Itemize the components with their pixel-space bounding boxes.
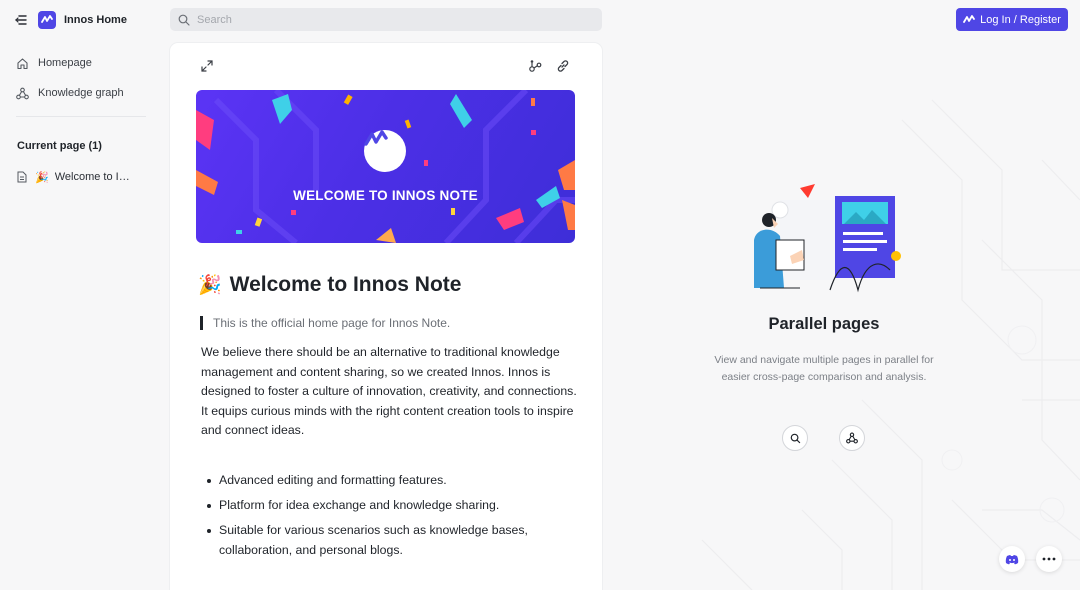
graph-icon <box>16 87 29 99</box>
link-icon <box>557 60 569 72</box>
list-item: Platform for idea exchange and knowledge… <box>207 496 579 516</box>
discord-button[interactable] <box>999 546 1025 572</box>
app-title: Innos Home <box>64 14 127 26</box>
innos-logo-icon <box>41 15 53 23</box>
search-icon <box>178 14 190 26</box>
home-icon <box>17 57 28 69</box>
sidebar-divider <box>16 116 146 117</box>
current-page-heading: Current page (1) <box>17 140 102 152</box>
search-input[interactable] <box>197 13 577 26</box>
brand-header: Innos Home <box>14 10 127 30</box>
welcome-banner: WELCOME TO INNOS NOTE <box>196 90 575 243</box>
innos-logo[interactable] <box>38 11 56 29</box>
sidebar-nav: Homepage Knowledge graph <box>16 54 146 114</box>
collapse-sidebar-button[interactable] <box>14 13 28 27</box>
share-graph-button[interactable] <box>526 57 544 75</box>
list-item: Advanced editing and formatting features… <box>207 471 579 491</box>
list-item: Suitable for various scenarios such as k… <box>207 521 579 560</box>
page-title-text: Welcome to Innos Note <box>229 273 462 296</box>
search-bar[interactable] <box>170 8 602 31</box>
sidebar-item-label: Knowledge graph <box>38 87 124 99</box>
banner-logo <box>364 130 406 172</box>
sidebar-page-label: Welcome to Innos Note <box>54 171 135 183</box>
login-register-button[interactable]: Log In / Register <box>956 8 1068 31</box>
branch-icon <box>529 60 542 72</box>
login-label: Log In / Register <box>980 13 1061 26</box>
document-icon <box>17 171 27 183</box>
innos-logo-icon <box>963 14 976 23</box>
quote-block: This is the official home page for Innos… <box>200 316 450 330</box>
page-emoji: 🎉 <box>35 171 49 184</box>
title-emoji: 🎉 <box>198 275 222 296</box>
discord-icon <box>1005 554 1019 564</box>
sidebar-item-homepage[interactable]: Homepage <box>16 54 146 72</box>
parallel-pages-title: Parallel pages <box>768 315 880 333</box>
expand-icon <box>201 60 213 72</box>
sidebar-item-label: Homepage <box>38 57 92 69</box>
expand-button[interactable] <box>198 57 216 75</box>
parallel-search-button[interactable] <box>782 425 808 451</box>
collapse-icon <box>15 15 27 25</box>
copy-link-button[interactable] <box>554 57 572 75</box>
search-icon <box>790 433 800 443</box>
innos-logo-icon <box>364 130 388 146</box>
document-panel: WELCOME TO INNOS NOTE 🎉 Welcome to Innos… <box>170 43 602 590</box>
parallel-graph-button[interactable] <box>839 425 865 451</box>
banner-text: WELCOME TO INNOS NOTE <box>293 188 478 203</box>
more-options-button[interactable] <box>1036 546 1062 572</box>
parallel-pages-illustration <box>754 184 901 293</box>
graph-icon <box>846 432 858 444</box>
page-title: 🎉 Welcome to Innos Note <box>198 273 461 297</box>
sidebar-page-item[interactable]: 🎉 Welcome to Innos Note <box>17 168 147 186</box>
more-icon <box>1042 557 1056 561</box>
parallel-pages-description: View and navigate multiple pages in para… <box>714 354 934 383</box>
feature-list: Advanced editing and formatting features… <box>207 471 579 566</box>
sidebar: Innos Home Homepage Knowledge graph Curr… <box>0 0 160 590</box>
intro-paragraph: We believe there should be an alternativ… <box>201 345 577 438</box>
sidebar-item-knowledge-graph[interactable]: Knowledge graph <box>16 84 146 102</box>
